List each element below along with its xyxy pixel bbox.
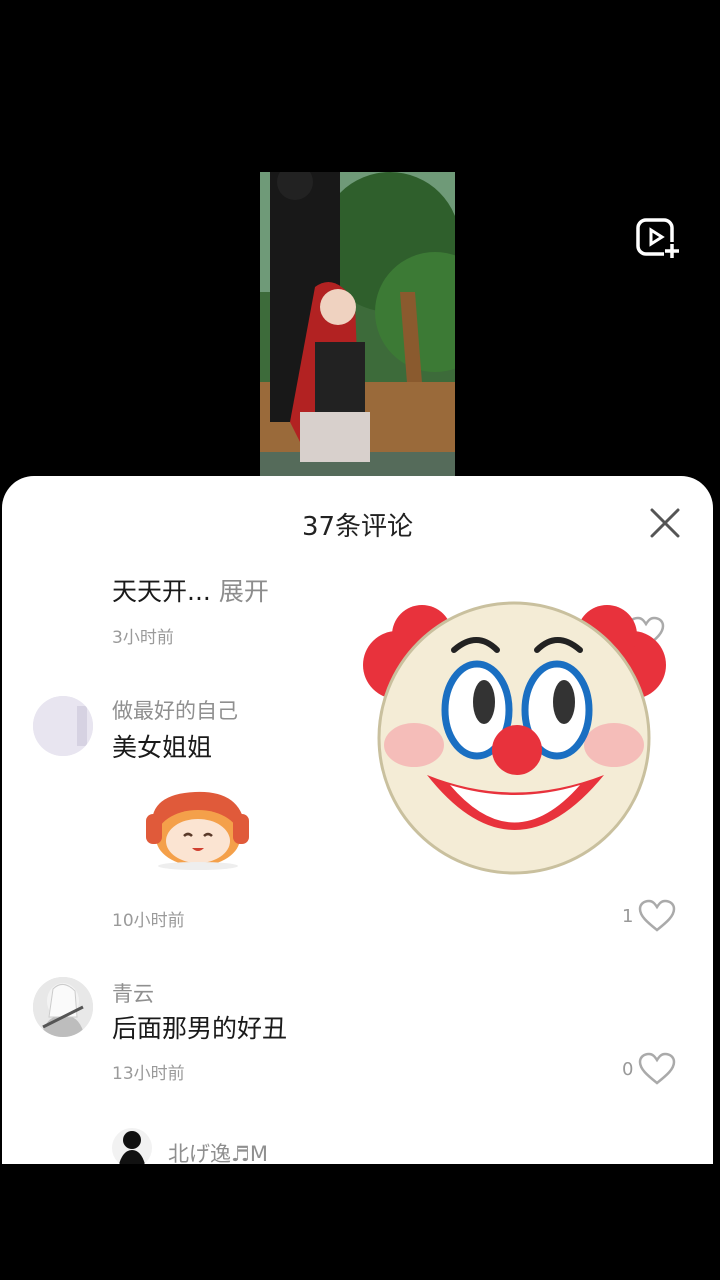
sticker-image — [140, 786, 255, 870]
like-count: 0 — [622, 1058, 634, 1080]
comment-username[interactable]: 做最好的自己 — [112, 695, 238, 725]
avatar[interactable] — [33, 977, 93, 1037]
comment-username[interactable]: 青云 — [112, 978, 154, 1008]
avatar[interactable] — [112, 1128, 152, 1164]
bottom-bar — [0, 1164, 720, 1280]
comment-text: 后面那男的好丑 — [112, 1014, 288, 1043]
avatar[interactable] — [33, 696, 93, 756]
heart-outline-icon — [639, 1052, 676, 1085]
comment-count-title: 37条评论 — [301, 512, 414, 542]
like-count: 1 — [622, 905, 634, 927]
comment-time: 10小时前 — [112, 911, 185, 931]
comment-time: 3小时前 — [112, 628, 174, 648]
comment-username[interactable]: 北げ逸♬M — [168, 1138, 268, 1164]
comment-text: 美女姐姐 — [112, 733, 213, 762]
close-icon[interactable] — [648, 506, 682, 540]
heart-outline-icon — [639, 899, 676, 932]
add-video-icon[interactable] — [634, 216, 682, 260]
video-thumbnail[interactable] — [260, 172, 455, 480]
like-button[interactable]: 1 — [622, 899, 677, 933]
expand-link[interactable]: 展开 — [219, 577, 269, 606]
comment-text-content: 天天开... — [112, 577, 211, 606]
like-button[interactable]: 0 — [622, 1052, 677, 1086]
clown-face-emoji — [362, 600, 667, 878]
video-player[interactable] — [0, 0, 720, 480]
comment-text: 天天开... 展开 — [112, 572, 269, 608]
comment-time: 13小时前 — [112, 1064, 185, 1084]
